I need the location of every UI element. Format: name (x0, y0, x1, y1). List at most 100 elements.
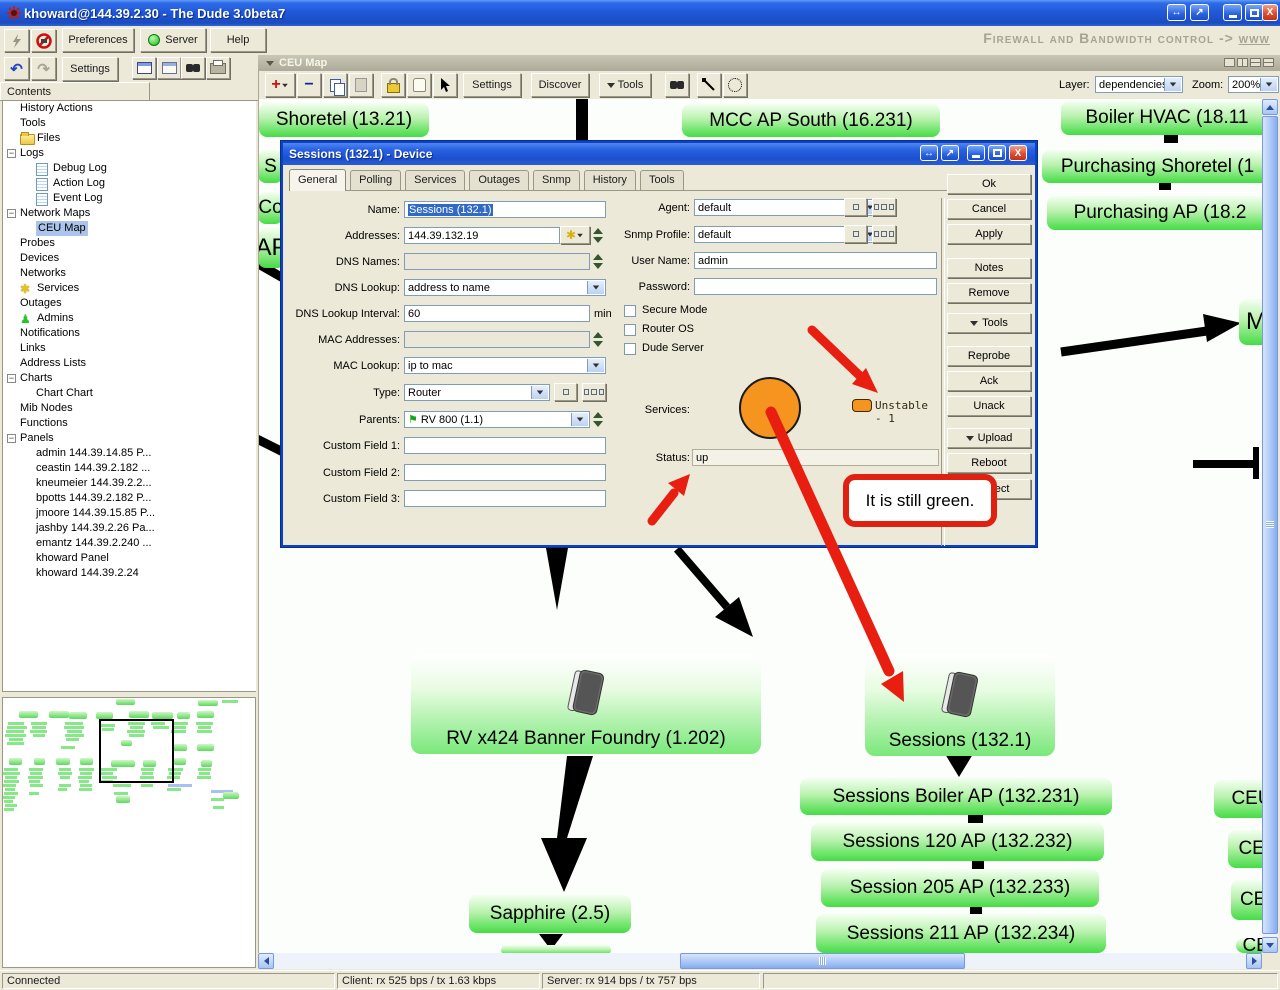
expander-minus-icon[interactable]: − (7, 209, 16, 218)
tools-button[interactable]: Tools (947, 313, 1031, 333)
sidebar-item-tools[interactable]: Tools (3, 116, 256, 131)
map-node-sessions-132-1[interactable]: Sessions (132.1) (865, 654, 1055, 756)
cancel-button[interactable]: Cancel (947, 199, 1031, 219)
polygon-tool-button[interactable] (723, 73, 747, 97)
sidebar-item-emantz-144-39-2-240[interactable]: emantz 144.39.2.240 ... (3, 536, 256, 551)
server-button[interactable]: Server (140, 28, 206, 52)
sidebar-item-panels[interactable]: − Panels (3, 431, 256, 446)
import-button[interactable] (157, 57, 181, 79)
map-node-boiler-hvac-18-11[interactable]: Boiler HVAC (18.11 (1061, 101, 1262, 135)
sidebar-item-ceu-map[interactable]: CEU Map (3, 221, 256, 236)
chevron-down-icon[interactable] (571, 413, 588, 426)
sidebar-item-files[interactable]: Files (3, 131, 256, 146)
add-element-button[interactable]: + (265, 73, 295, 97)
sidebar-item-functions[interactable]: Functions (3, 416, 256, 431)
type-select[interactable]: Router (404, 384, 550, 401)
parents-select[interactable]: ⚑ RV 800 (1.1) (404, 411, 590, 428)
layer-select[interactable]: dependencies (1095, 76, 1183, 93)
remove-button[interactable]: Remove (947, 283, 1031, 303)
hscrollbar-thumb[interactable] (680, 953, 965, 969)
layout-vsplit-icon[interactable] (1237, 58, 1248, 67)
chevron-down-icon[interactable] (587, 281, 604, 294)
sidebar-item-address-lists[interactable]: Address Lists (3, 356, 256, 371)
pan-tool-button[interactable] (407, 73, 431, 97)
reprobe-button[interactable]: Reprobe (947, 346, 1031, 366)
map-node-purchasing-ap-18-2[interactable]: Purchasing AP (18.2 (1047, 196, 1262, 230)
disconnect-toolbar-button[interactable] (31, 29, 56, 52)
sidebar-item-devices[interactable]: Devices (3, 251, 256, 266)
print-button[interactable] (206, 57, 230, 79)
agent-edit-button[interactable] (844, 198, 867, 216)
map-node-shoretel-13-21[interactable]: Shoretel (13.21) (259, 103, 429, 137)
chevron-down-icon[interactable] (531, 386, 548, 399)
dns-names-spinner[interactable] (592, 253, 604, 270)
sidebar-item-jmoore-144-39-15-85-p[interactable]: jmoore 144.39.15.85 P... (3, 506, 256, 521)
sidebar-item-outages[interactable]: Outages (3, 296, 256, 311)
type-list-button[interactable] (582, 383, 606, 401)
map-node-rv-x424-banner-foundry-1-202[interactable]: RV x424 Banner Foundry (1.202) (411, 654, 761, 754)
expander-minus-icon[interactable]: − (7, 149, 16, 158)
map-tools-button[interactable]: Tools (599, 73, 651, 97)
map-node-sessions-boiler-ap-132-231[interactable]: Sessions Boiler AP (132.231) (800, 778, 1112, 815)
map-node-purchasing-shoretel-1[interactable]: Purchasing Shoretel (1 (1042, 150, 1262, 183)
mac-addresses-spinner[interactable] (592, 331, 604, 348)
map-node-s[interactable]: S (259, 150, 283, 183)
notes-button[interactable]: Notes (947, 258, 1031, 278)
close-button[interactable]: X (1262, 4, 1278, 21)
sidebar-item-notifications[interactable]: Notifications (3, 326, 256, 341)
find-button[interactable] (181, 57, 205, 79)
layout-hsplit2-icon[interactable] (1263, 58, 1274, 67)
addresses-spinner[interactable] (592, 227, 604, 244)
custom-field-1-field[interactable] (404, 437, 606, 454)
minimap-viewport[interactable] (99, 719, 174, 783)
custom-field-2-field[interactable] (404, 464, 606, 481)
paste-button[interactable] (349, 73, 373, 97)
help-button[interactable]: Help (210, 28, 266, 52)
map-panel-header[interactable]: CEU Map (258, 55, 1280, 71)
map-node-ceu[interactable]: CEU (1228, 830, 1262, 868)
export-button[interactable] (132, 57, 156, 79)
dude-server-checkbox[interactable] (624, 343, 636, 355)
map-node-ceu[interactable]: CEU (1231, 880, 1262, 920)
remove-element-button[interactable]: − (297, 73, 321, 97)
copy-button[interactable] (323, 73, 347, 97)
scroll-left-button[interactable] (258, 953, 274, 969)
unack-button[interactable]: Unack (947, 396, 1031, 416)
preferences-button[interactable]: Preferences (62, 28, 134, 52)
sidebar-item-network-maps[interactable]: − Network Maps (3, 206, 256, 221)
layout-hsplit-icon[interactable] (1250, 58, 1261, 67)
map-node-sessions-211-ap-132-234[interactable]: Sessions 211 AP (132.234) (816, 914, 1106, 953)
sidebar-item-debug-log[interactable]: Debug Log (3, 161, 256, 176)
sidebar-item-khoward-144-39-2-24[interactable]: khoward 144.39.2.24 (3, 566, 256, 581)
mac-lookup-select[interactable]: ip to mac (404, 357, 606, 374)
window-titlebar[interactable]: khoward@144.39.2.30 - The Dude 3.0beta7 … (0, 0, 1280, 26)
custom-field-3-field[interactable] (404, 490, 606, 507)
discover-button[interactable]: Discover (531, 73, 589, 97)
lock-button[interactable] (381, 73, 405, 97)
sidebar-item-networks[interactable]: Networks (3, 266, 256, 281)
sidebar-item-admin-144-39-14-85-p[interactable]: admin 144.39.14.85 P... (3, 446, 256, 461)
map-node-ceu[interactable]: CEU (1214, 780, 1262, 818)
sidebar-item-bpotts-144-39-2-182-p[interactable]: bpotts 144.39.2.182 P... (3, 491, 256, 506)
branding-www-link[interactable]: www (1239, 30, 1270, 46)
parents-spinner[interactable] (592, 411, 604, 428)
chevron-down-icon[interactable] (1260, 78, 1277, 91)
password-field[interactable] (694, 278, 937, 295)
agent-list-button[interactable] (872, 198, 896, 216)
minimize-button[interactable] (1223, 4, 1242, 21)
sidebar-item-links[interactable]: Links (3, 341, 256, 356)
undo-button[interactable]: ↶ (4, 57, 29, 80)
sidebar-item-chart-chart[interactable]: Chart Chart (3, 386, 256, 401)
map-node-co[interactable]: Co (259, 192, 283, 224)
sidebar-item-charts[interactable]: − Charts (3, 371, 256, 386)
name-field[interactable]: Sessions (132.1) (404, 201, 606, 218)
secure-mode-checkbox[interactable] (624, 305, 636, 317)
detach-button[interactable]: ↗ (1190, 4, 1209, 21)
reboot-button[interactable]: Reboot (947, 453, 1031, 473)
sidebar-item-services[interactable]: ✱ Services (3, 281, 256, 296)
addresses-gear-button[interactable]: ✱ (560, 226, 590, 244)
map-node-session-205-ap-132-233[interactable]: Session 205 AP (132.233) (821, 869, 1099, 907)
services-status-pie[interactable] (739, 377, 801, 439)
upload-button[interactable]: Upload (947, 428, 1031, 448)
map-settings-button[interactable]: Settings (463, 73, 521, 97)
